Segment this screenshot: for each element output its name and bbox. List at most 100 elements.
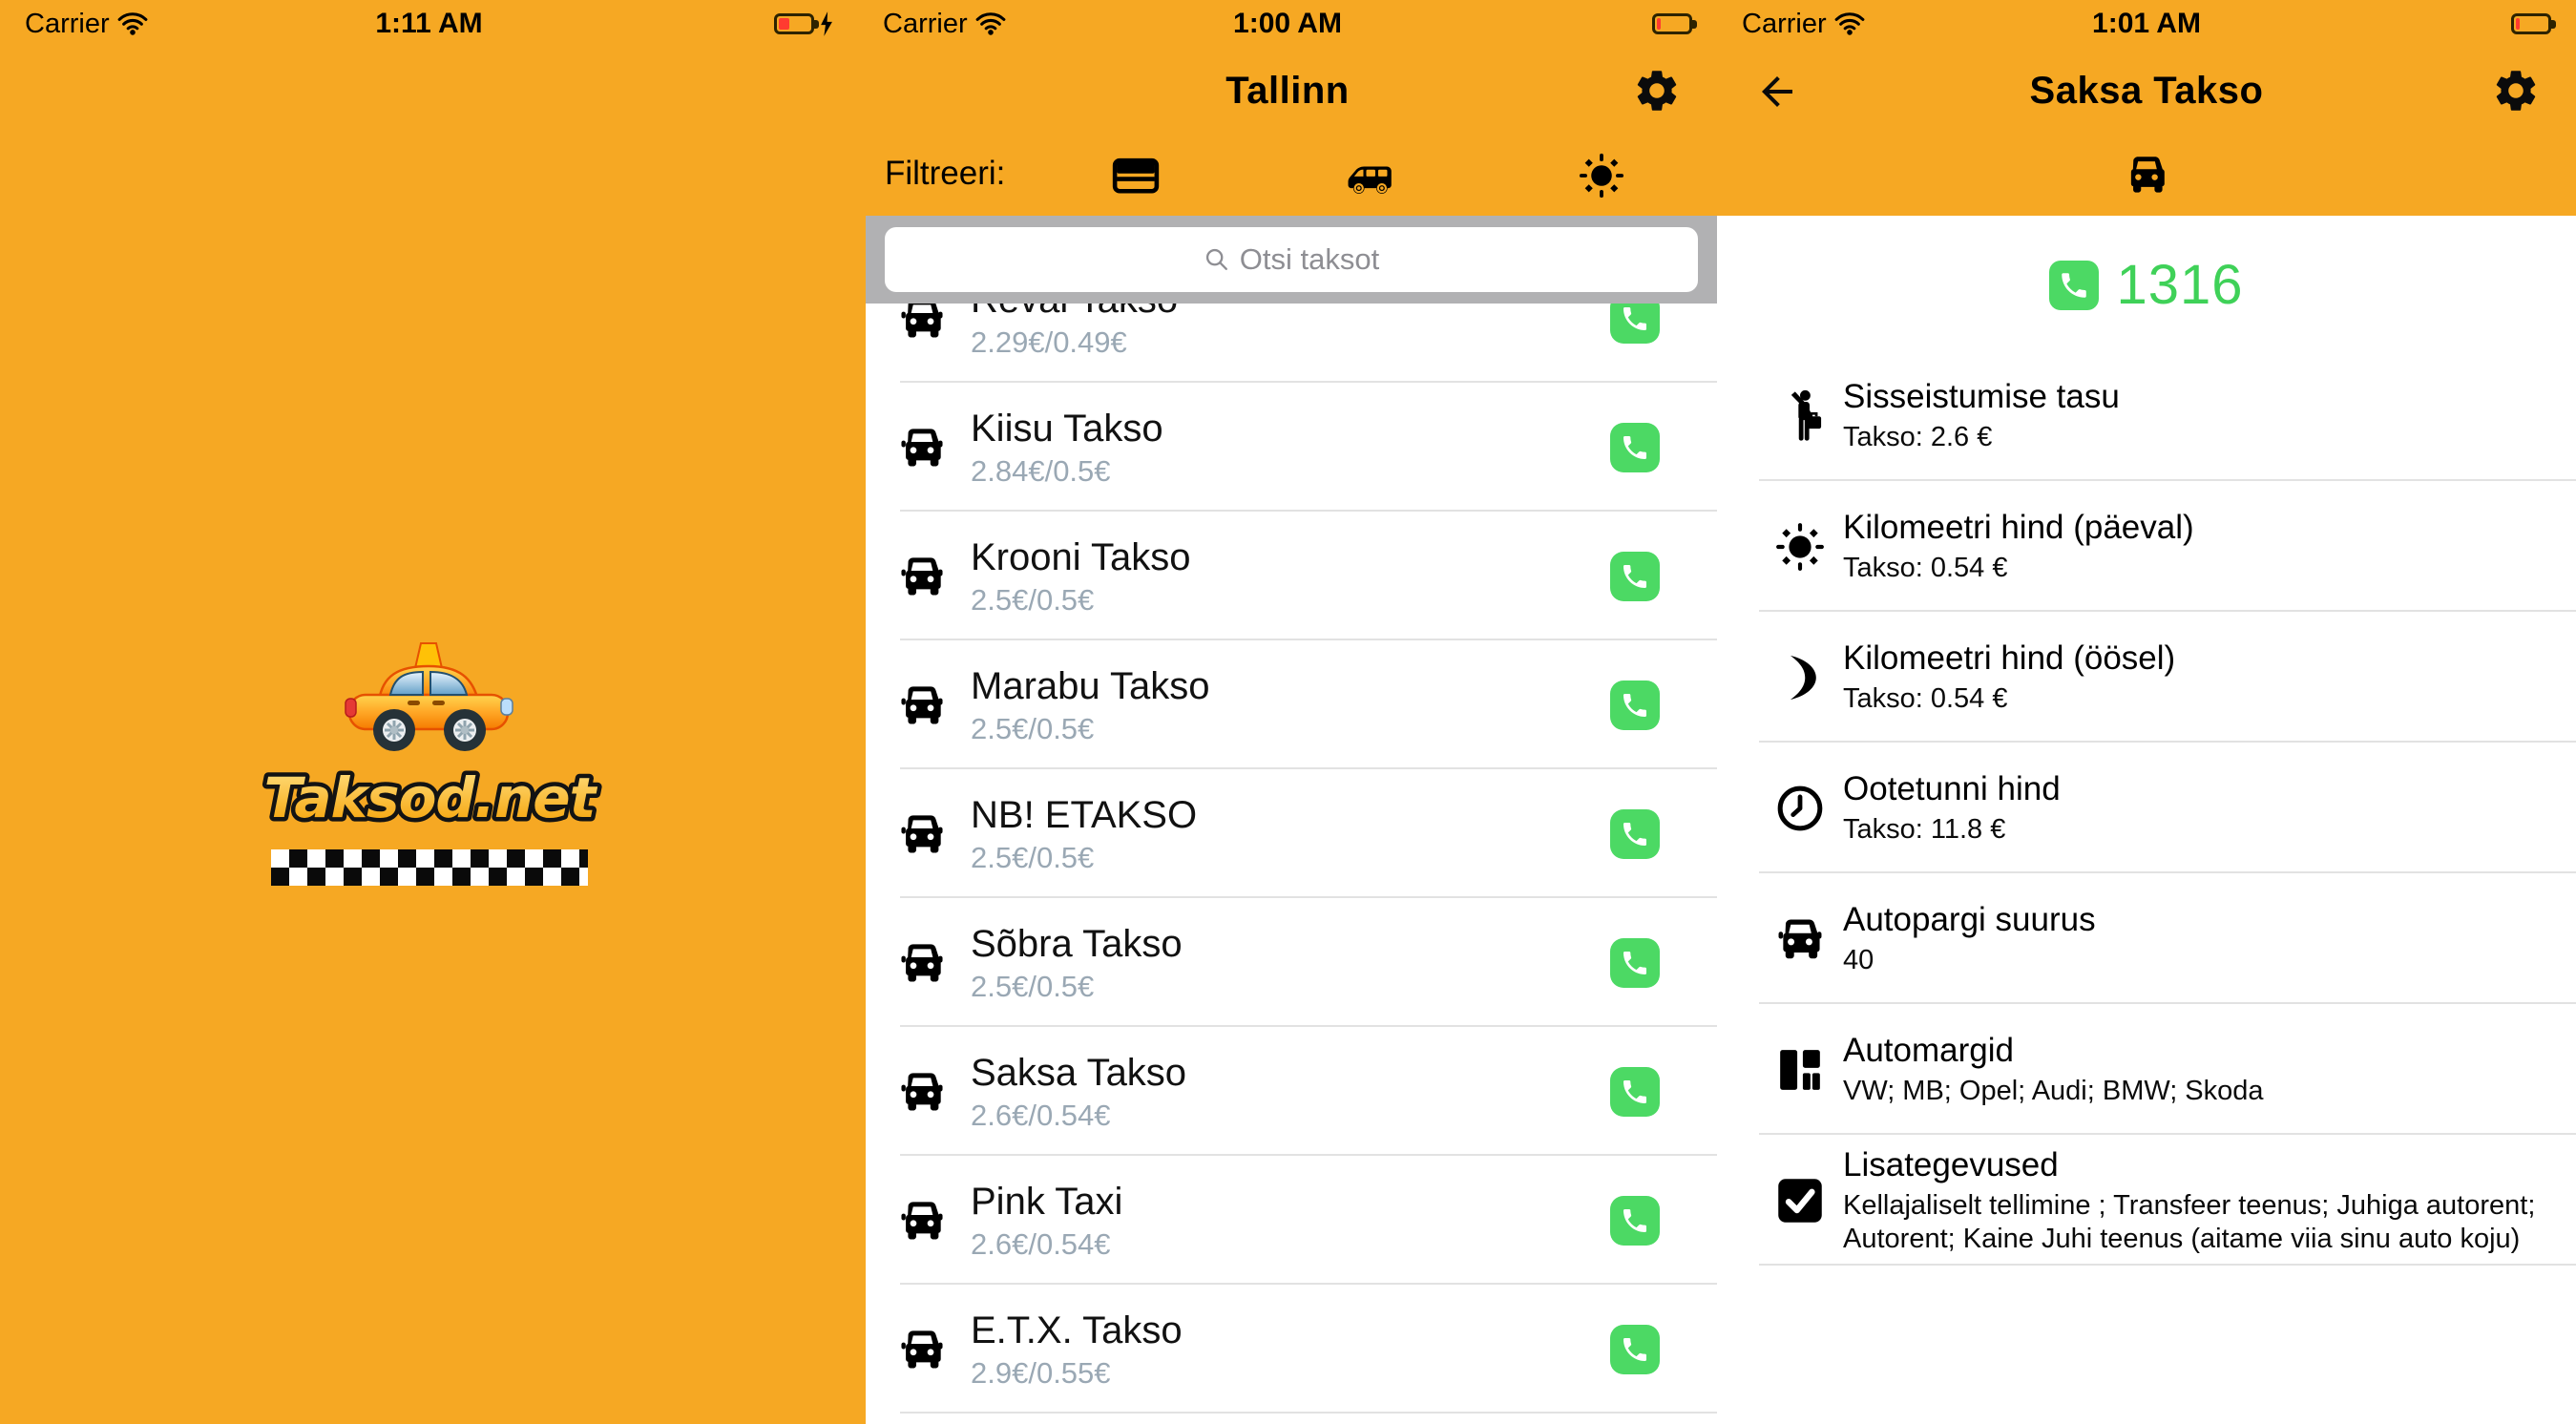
detail-row-value: Kellajaliselt tellimine ; Transfeer teen… (1843, 1189, 2540, 1256)
detail-row-value: Takso: 0.54 € (1843, 552, 2194, 585)
settings-gear-icon[interactable] (2490, 65, 2542, 116)
nav-bar: Tallinn (858, 48, 1717, 134)
detail-row-title: Kilomeetri hind (öösel) (1843, 639, 2175, 679)
detail-row-title: Ootetunni hind (1843, 769, 2061, 809)
detail-row: Sisseistumise tasu Takso: 2.6 € (1717, 350, 2576, 481)
taxi-row[interactable]: E.T.X. Takso 2.9€/0.55€ (866, 1285, 1717, 1414)
car-icon (894, 427, 950, 469)
taxi-row[interactable]: Marabu Takso 2.5€/0.5€ (866, 640, 1717, 769)
car-icon (894, 813, 950, 855)
phone-icon (1620, 304, 1650, 334)
detail-row-title: Kilomeetri hind (päeval) (1843, 508, 2194, 548)
detail-row-value: VW; MB; Opel; Audi; BMW; Skoda (1843, 1075, 2264, 1108)
page-title: Saksa Takso (2030, 70, 2264, 113)
phone-icon (1620, 690, 1650, 721)
taxi-price: 2.5€/0.5€ (971, 841, 1197, 875)
call-button[interactable] (1610, 1196, 1660, 1246)
car-icon (894, 942, 950, 984)
status-time: 1:01 AM (1717, 8, 2576, 40)
detail-row: Automargid VW; MB; Opel; Audi; BMW; Skod… (1717, 1004, 2576, 1135)
detail-rows: Sisseistumise tasu Takso: 2.6 € Kilomeet… (1717, 350, 2576, 1266)
taxi-price: 2.6€/0.54€ (971, 1227, 1122, 1262)
call-button[interactable] (1610, 938, 1660, 988)
status-time: 1:00 AM (858, 8, 1717, 40)
sun-daytime-filter-icon[interactable] (1575, 149, 1628, 202)
taxi-name: Sõbra Takso (971, 922, 1183, 966)
taxi-price: 2.84€/0.5€ (971, 454, 1163, 489)
search-input[interactable]: Otsi taksot (885, 227, 1698, 292)
car-icon (894, 298, 950, 340)
taxi-row[interactable]: Saksa Takso 2.6€/0.54€ (866, 1027, 1717, 1156)
hailing-person-icon (1770, 388, 1830, 444)
clock-icon (1770, 785, 1830, 832)
detail-row: Ootetunni hind Takso: 11.8 € (1717, 743, 2576, 873)
car-icon (894, 684, 950, 726)
car-icon (894, 555, 950, 597)
taxi-list: Reval Takso 2.29€/0.49€ (866, 216, 1717, 1424)
app-logo: Taksod.net (229, 641, 630, 886)
app-screenshot: Carrier 1:11 AM (0, 0, 2576, 1424)
grid-icon (1770, 1046, 1830, 1094)
phone-call-row: 1316 (1717, 253, 2576, 317)
detail-row-value: Takso: 2.6 € (1843, 421, 2120, 454)
panel-taxi-list: Carrier 1:00 AM Tallinn (858, 0, 1717, 1424)
card-payment-filter-icon[interactable] (1109, 149, 1162, 202)
phone-icon (2058, 269, 2090, 302)
detail-row-value: 40 (1843, 944, 2096, 977)
battery-icon (1652, 13, 1692, 34)
taxi-row[interactable]: Sõbra Takso 2.5€/0.5€ (866, 898, 1717, 1027)
detail-row: Lisategevused Kellajaliselt tellimine ; … (1717, 1135, 2576, 1266)
detail-row-title: Lisategevused (1843, 1145, 2540, 1185)
call-button[interactable] (1610, 1067, 1660, 1117)
call-button[interactable] (1610, 681, 1660, 730)
call-button[interactable] (2049, 261, 2099, 310)
logo-wordmark: Taksod.net (229, 760, 630, 836)
taxi-price: 2.6€/0.54€ (971, 1099, 1186, 1133)
detail-row-value: Takso: 11.8 € (1843, 813, 2061, 847)
car-icon (894, 1071, 950, 1113)
phone-number[interactable]: 1316 (2116, 253, 2243, 317)
taxi-price: 2.5€/0.5€ (971, 583, 1191, 618)
filter-row: Filtreeri: (858, 134, 1717, 216)
taxi-price: 2.9€/0.55€ (971, 1356, 1183, 1391)
status-time: 1:11 AM (0, 8, 858, 40)
detail-row-title: Autopargi suurus (1843, 900, 2096, 940)
status-bar: Carrier 1:01 AM (1717, 0, 2576, 48)
settings-gear-icon[interactable] (1631, 65, 1683, 116)
minivan-filter-icon[interactable] (1341, 149, 1394, 202)
search-placeholder: Otsi taksot (1240, 242, 1379, 277)
status-bar: Carrier 1:00 AM (858, 0, 1717, 48)
call-button[interactable] (1610, 423, 1660, 472)
taxi-row[interactable]: Kiisu Takso 2.84€/0.5€ (866, 383, 1717, 512)
status-bar: Carrier 1:11 AM (0, 0, 858, 48)
call-button[interactable] (1610, 809, 1660, 859)
taxi-row[interactable]: NB! ETAKSO 2.5€/0.5€ (866, 769, 1717, 898)
detail-row-title: Automargid (1843, 1031, 2264, 1071)
back-arrow-icon[interactable] (1753, 68, 1801, 115)
battery-icon (774, 13, 814, 34)
taxi-row[interactable]: Pink Taxi 2.6€/0.54€ (866, 1156, 1717, 1285)
taxi-detail-content: 1316 Sisseistumise tasu Takso: 2.6 € (1717, 216, 2576, 1424)
taxi-name: Saksa Takso (971, 1051, 1186, 1095)
moon-icon (1770, 653, 1830, 702)
call-button[interactable] (1610, 552, 1660, 601)
taxi-price: 2.5€/0.5€ (971, 970, 1183, 1004)
checkbox-icon (1770, 1176, 1830, 1225)
taxi-rows: Reval Takso 2.29€/0.49€ (866, 216, 1717, 1414)
phone-icon (1620, 819, 1650, 849)
phone-icon (1620, 948, 1650, 978)
search-icon (1204, 246, 1230, 273)
detail-row-title: Sisseistumise tasu (1843, 377, 2120, 417)
car-icon (1770, 917, 1830, 961)
charging-bolt-icon (819, 11, 833, 36)
detail-row: Kilomeetri hind (öösel) Takso: 0.54 € (1717, 612, 2576, 743)
sun-icon (1770, 521, 1830, 573)
car-icon (2121, 155, 2172, 195)
call-button[interactable] (1610, 1325, 1660, 1374)
taxi-name: Kiisu Takso (971, 407, 1163, 450)
phone-icon (1620, 1077, 1650, 1107)
car-icon (894, 1329, 950, 1371)
logo-text: Taksod.net (263, 765, 597, 830)
phone-icon (1620, 1334, 1650, 1365)
taxi-row[interactable]: Krooni Takso 2.5€/0.5€ (866, 512, 1717, 640)
